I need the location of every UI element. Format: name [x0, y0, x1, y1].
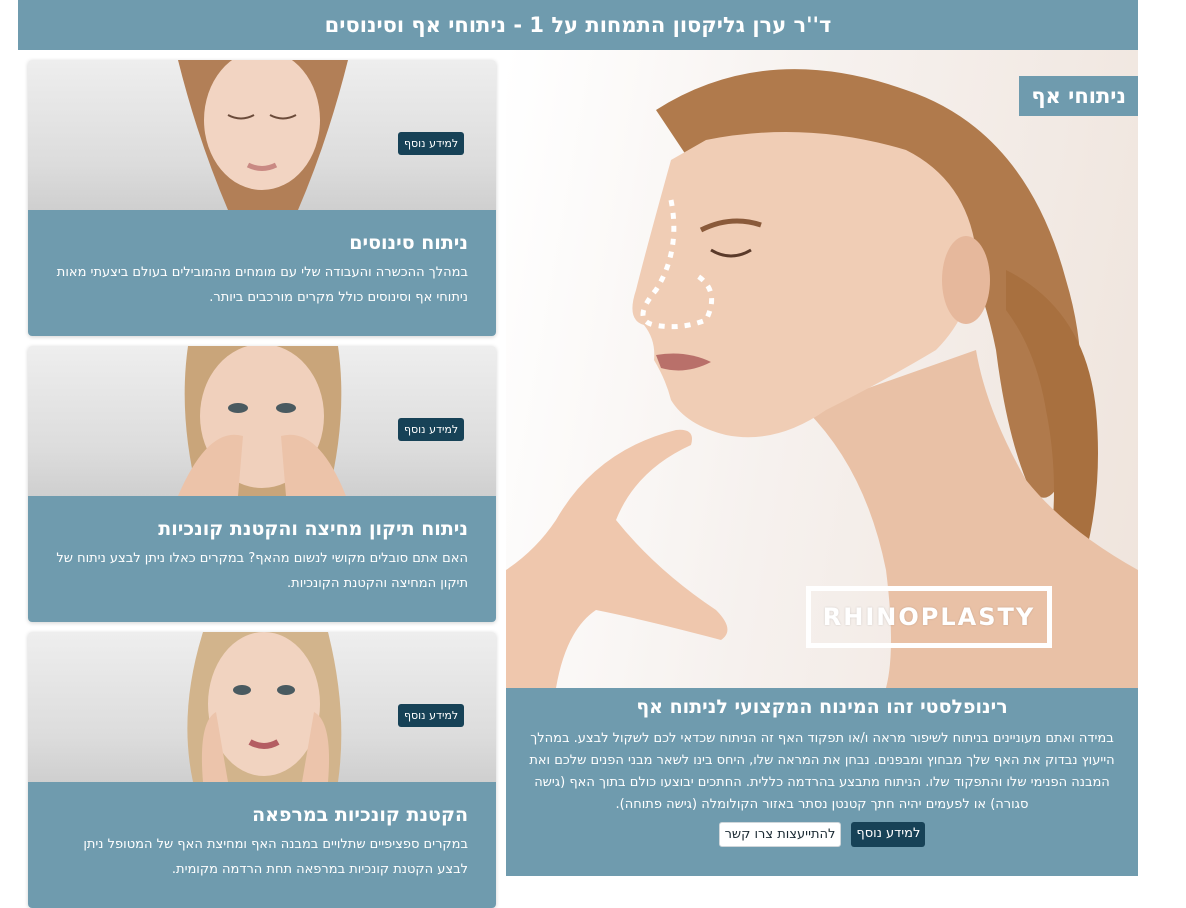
rhinoplasty-label: RHINOPLASTY — [806, 586, 1052, 648]
hero-tag: ניתוחי אף — [1019, 76, 1138, 116]
card-sinus-surgery: למידע נוסף ניתוח סינוסים במהלך ההכשרה וה… — [28, 60, 496, 336]
hero-info-panel: רינופלסטי זהו המינוח המקצועי לניתוח אף ב… — [506, 688, 1138, 876]
card-more-button[interactable]: למידע נוסף — [398, 132, 465, 155]
card-text: האם אתם סובלים מקושי לנשום מהאף? במקרים … — [56, 551, 468, 591]
contact-button[interactable]: להתייעצות צרו קשר — [718, 822, 842, 847]
page-title-banner: ד''ר ערן גליקסון התמחות על 1 - ניתוחי אף… — [18, 0, 1138, 50]
hero-image: ניתוחי אף RHINOPLASTY — [506, 50, 1138, 688]
card-body: ניתוח תיקון מחיצה והקטנת קונכיות האם אתם… — [28, 496, 496, 622]
card-title: הקטנת קונכיות במרפאה — [252, 804, 468, 826]
card-title: ניתוח תיקון מחיצה והקטנת קונכיות — [158, 518, 468, 540]
hero-heading: רינופלסטי זהו המינוח המקצועי לניתוח אף — [636, 696, 1008, 718]
card-image-septum: למידע נוסף — [28, 346, 496, 496]
hero-paragraph: במידה ואתם מעוניינים בניתוח לשיפור מראה … — [529, 731, 1115, 812]
card-body: הקטנת קונכיות במרפאה במקרים ספציפיים שתל… — [28, 782, 496, 908]
more-info-button[interactable]: למידע נוסף — [851, 822, 926, 847]
card-text: במהלך ההכשרה והעבודה שלי עם מומחים מהמוב… — [56, 265, 468, 305]
card-turbinate-reduction: למידע נוסף הקטנת קונכיות במרפאה במקרים ס… — [28, 632, 496, 908]
card-more-button[interactable]: למידע נוסף — [398, 418, 465, 441]
hero-buttons: למידע נוסף להתייעצות צרו קשר — [520, 822, 1124, 847]
card-title: ניתוח סינוסים — [349, 232, 468, 254]
page-title: ד''ר ערן גליקסון התמחות על 1 - ניתוחי אף… — [324, 13, 832, 37]
card-image-turbinate: למידע נוסף — [28, 632, 496, 782]
card-body: ניתוח סינוסים במהלך ההכשרה והעבודה שלי ע… — [28, 210, 496, 336]
card-more-button[interactable]: למידע נוסף — [398, 704, 465, 727]
card-text: במקרים ספציפיים שתלויים במבנה האף ומחיצת… — [83, 837, 468, 877]
card-image-sinus: למידע נוסף — [28, 60, 496, 210]
card-septum-surgery: למידע נוסף ניתוח תיקון מחיצה והקטנת קונכ… — [28, 346, 496, 622]
